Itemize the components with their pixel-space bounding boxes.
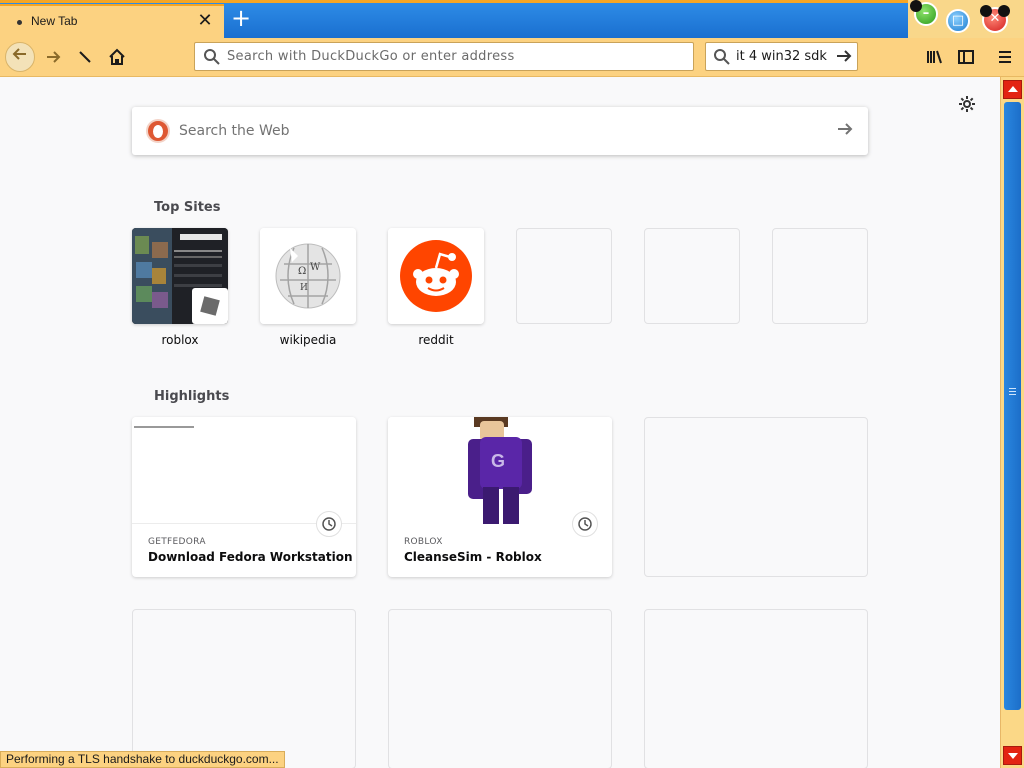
library-icon bbox=[927, 50, 942, 64]
vertical-scrollbar[interactable] bbox=[1000, 77, 1024, 768]
svg-text:И: И bbox=[300, 283, 308, 293]
svg-text:G: G bbox=[491, 451, 505, 471]
top-sites-heading: Top Sites bbox=[154, 200, 221, 215]
highlight-empty-slot bbox=[132, 609, 356, 768]
top-site-label: roblox bbox=[161, 333, 199, 347]
status-bar: Performing a TLS handshake to duckduckgo… bbox=[0, 751, 285, 768]
address-bar[interactable]: Search with DuckDuckGo or enter address bbox=[194, 42, 694, 71]
navigation-toolbar: Search with DuckDuckGo or enter address … bbox=[0, 38, 1024, 77]
ear-decoration-icon bbox=[980, 5, 992, 17]
sidebar-icon bbox=[958, 50, 974, 64]
highlight-empty-slot bbox=[388, 609, 612, 768]
home-icon bbox=[109, 48, 125, 65]
history-badge bbox=[316, 511, 342, 537]
gear-icon[interactable] bbox=[958, 95, 976, 113]
scroll-up-button[interactable] bbox=[1003, 80, 1022, 99]
tab-close-button[interactable]: ✕ bbox=[194, 10, 216, 32]
tab-strip: New Tab ✕ + – □ ✕ bbox=[0, 0, 1024, 38]
scroll-down-button[interactable] bbox=[1003, 746, 1022, 765]
top-site-wikipedia[interactable]: Ω W И bbox=[260, 228, 356, 324]
search-icon bbox=[204, 49, 220, 65]
grip-icon bbox=[1009, 388, 1016, 389]
address-bar-placeholder: Search with DuckDuckGo or enter address bbox=[227, 49, 515, 64]
highlights-heading: Highlights bbox=[154, 389, 230, 404]
menu-button[interactable] bbox=[990, 42, 1020, 72]
svg-text:W: W bbox=[310, 262, 321, 273]
tab-loading-icon bbox=[17, 20, 22, 25]
top-site-label: wikipedia bbox=[279, 333, 337, 347]
sidebar-button[interactable] bbox=[951, 42, 981, 72]
tab-new-tab[interactable]: New Tab ✕ bbox=[0, 4, 224, 38]
highlight-title: CleanseSim - Roblox bbox=[404, 550, 542, 564]
arrow-left-icon bbox=[12, 48, 26, 60]
top-site-empty-slot[interactable] bbox=[644, 228, 740, 324]
highlight-empty-slot bbox=[644, 417, 868, 577]
duckduckgo-logo-icon bbox=[146, 119, 170, 143]
window-controls: – □ ✕ bbox=[908, 0, 1024, 38]
highlight-title: Download Fedora Workstation bbox=[148, 550, 353, 564]
reddit-logo-icon bbox=[388, 228, 484, 324]
minimize-button[interactable]: – bbox=[910, 0, 938, 26]
arrow-right-icon[interactable] bbox=[836, 119, 854, 139]
ear-decoration-icon bbox=[910, 0, 922, 12]
maximize-button[interactable]: □ bbox=[946, 9, 970, 33]
scroll-thumb[interactable] bbox=[1004, 102, 1021, 710]
minimize-icon: – bbox=[922, 6, 930, 21]
close-window-button[interactable]: ✕ bbox=[980, 5, 1010, 33]
top-site-empty-slot[interactable] bbox=[772, 228, 868, 324]
clock-icon bbox=[322, 517, 336, 531]
highlight-source: GETFEDORA bbox=[148, 537, 206, 547]
library-button[interactable] bbox=[920, 42, 950, 72]
search-bar-value: it 4 win32 sdk bbox=[736, 49, 827, 64]
highlight-empty-slot bbox=[644, 609, 868, 768]
new-tab-button[interactable]: + bbox=[228, 6, 254, 32]
search-icon bbox=[714, 49, 730, 65]
wikipedia-globe-icon: Ω W И bbox=[260, 228, 356, 324]
highlight-source: ROBLOX bbox=[404, 537, 443, 547]
tab-strip-accent bbox=[0, 0, 1024, 3]
page-preview-text bbox=[134, 426, 194, 428]
ear-decoration-icon bbox=[998, 5, 1010, 17]
stop-button[interactable] bbox=[70, 42, 100, 72]
top-site-label: reddit bbox=[418, 333, 454, 347]
history-badge bbox=[572, 511, 598, 537]
tab-title: New Tab bbox=[31, 14, 78, 28]
hamburger-icon bbox=[999, 51, 1011, 63]
clock-icon bbox=[578, 517, 592, 531]
highlight-card[interactable]: G ROBLOX CleanseSim - Roblox bbox=[388, 417, 612, 577]
search-bar[interactable]: it 4 win32 sdk bbox=[705, 42, 858, 71]
top-site-roblox[interactable] bbox=[132, 228, 228, 324]
highlight-thumbnail bbox=[132, 417, 356, 524]
back-button[interactable] bbox=[5, 42, 35, 72]
home-button[interactable] bbox=[102, 42, 132, 72]
svg-text:Ω: Ω bbox=[298, 266, 306, 277]
search-go-icon[interactable] bbox=[835, 46, 853, 66]
maximize-icon: □ bbox=[951, 13, 965, 28]
web-search-box[interactable]: Search the Web bbox=[132, 107, 868, 155]
arrow-right-icon bbox=[47, 51, 61, 63]
stop-icon bbox=[79, 51, 91, 63]
web-search-placeholder: Search the Web bbox=[179, 123, 290, 139]
highlight-card[interactable]: GETFEDORA Download Fedora Workstation bbox=[132, 417, 356, 577]
forward-button[interactable] bbox=[38, 42, 68, 72]
top-site-empty-slot[interactable] bbox=[516, 228, 612, 324]
roblox-screenshot bbox=[132, 228, 228, 324]
roblox-avatar-image: G bbox=[388, 417, 612, 524]
top-site-reddit[interactable] bbox=[388, 228, 484, 324]
highlight-thumbnail: G bbox=[388, 417, 612, 524]
